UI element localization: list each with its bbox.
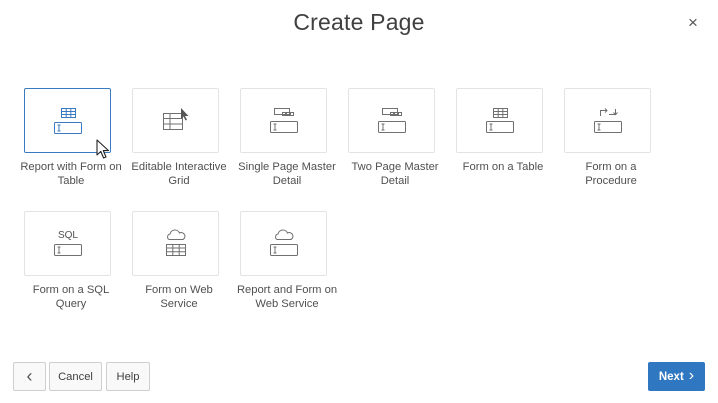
tile-form-on-a-table[interactable]: Form on a Table <box>449 88 557 174</box>
tile-label: Two Page Master Detail <box>351 161 439 187</box>
form-sql-icon: SQL <box>53 230 82 256</box>
dialog-title: Create Page <box>293 9 425 35</box>
single-master-detail-icon <box>269 107 298 133</box>
next-label: Next <box>658 370 684 383</box>
tile-label: Report and Form on Web Service <box>236 284 338 310</box>
tile-icon-box: SQL <box>24 211 111 276</box>
tile-label: Form on a Table <box>462 161 544 173</box>
cancel-label: Cancel <box>58 370 93 383</box>
cancel-button[interactable]: Cancel <box>49 362 102 391</box>
tile-label: Form on a Procedure <box>585 161 637 187</box>
tile-icon-box <box>132 211 219 276</box>
two-master-detail-icon <box>377 107 406 133</box>
close-icon[interactable]: × <box>686 14 700 32</box>
tile-form-on-web-service[interactable]: Form on Web Service <box>125 211 233 311</box>
sql-icon-text: SQL <box>57 230 77 241</box>
tile-icon-box <box>240 211 327 276</box>
tile-label: Editable Interactive Grid <box>131 161 227 187</box>
tile-label: Form on Web Service <box>145 284 213 310</box>
form-web-service-icon <box>165 228 186 256</box>
tile-two-page-master-detail[interactable]: Two Page Master Detail <box>341 88 449 188</box>
tile-report-and-form-on-web-service[interactable]: Report and Form on Web Service <box>233 211 341 311</box>
tile-label: Report with Form on Table <box>20 161 122 187</box>
tile-icon-box <box>456 88 543 153</box>
next-button[interactable]: Next › <box>648 362 705 391</box>
tile-single-page-master-detail[interactable]: Single Page Master Detail <box>233 88 341 188</box>
report-form-icon <box>53 107 82 134</box>
editable-grid-icon <box>162 107 188 130</box>
help-button[interactable]: Help <box>106 362 150 391</box>
chevron-left-icon: ‹ <box>26 365 33 386</box>
chevron-right-icon: › <box>688 366 695 384</box>
tile-report-with-form-on-table[interactable]: Report with Form on Table <box>17 88 125 188</box>
mouse-cursor-icon <box>96 139 110 159</box>
tile-icon-box <box>132 88 219 153</box>
tile-icon-box <box>240 88 327 153</box>
tile-icon-box <box>348 88 435 153</box>
report-form-web-service-icon <box>269 228 298 256</box>
form-procedure-icon <box>593 107 622 133</box>
help-label: Help <box>116 370 140 383</box>
tile-editable-interactive-grid[interactable]: Editable Interactive Grid <box>125 88 233 188</box>
tile-form-on-a-procedure[interactable]: Form on a Procedure <box>557 88 665 188</box>
form-table-icon <box>485 107 514 133</box>
tile-icon-box <box>564 88 651 153</box>
tile-form-on-a-sql-query[interactable]: SQL Form on a SQL Query <box>17 211 125 311</box>
tile-label: Single Page Master Detail <box>238 161 336 187</box>
tile-label: Form on a SQL Query <box>32 284 110 310</box>
back-button[interactable]: ‹ <box>13 362 46 391</box>
